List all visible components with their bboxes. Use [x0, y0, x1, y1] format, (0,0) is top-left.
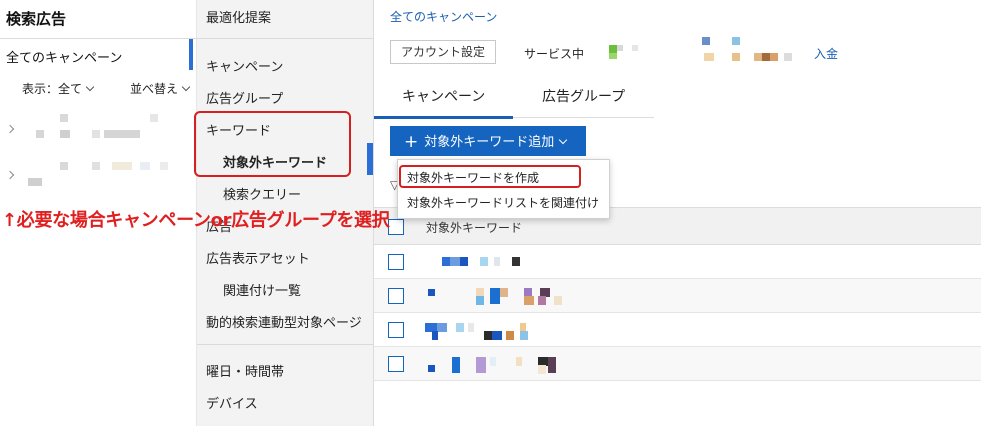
- nav-item-dynamic-search[interactable]: 動的検索連動型対象ページ: [206, 312, 362, 331]
- campaign-tree-item[interactable]: [0, 158, 197, 194]
- select-all-checkbox[interactable]: [388, 219, 404, 235]
- divider: [197, 344, 374, 345]
- highlight-box: [194, 111, 351, 177]
- nav-item-optimization[interactable]: 最適化提案: [206, 7, 271, 26]
- deposit-link[interactable]: 入金: [814, 45, 838, 62]
- annotation-text: ↑必要な場合キャンペーンor広告グループを選択: [2, 210, 390, 231]
- account-settings-button[interactable]: アカウント設定: [390, 40, 496, 64]
- display-filter[interactable]: 表示：全て: [22, 80, 95, 97]
- panel-title: 検索広告: [6, 10, 67, 28]
- add-negative-keyword-button[interactable]: + 対象外キーワード追加: [390, 126, 586, 156]
- chevron-down-icon: [85, 82, 95, 92]
- add-keyword-dropdown-menu: 対象外キーワードを作成 対象外キーワードリストを関連付け: [397, 159, 610, 219]
- table-row: [374, 279, 981, 313]
- divider: [197, 38, 374, 39]
- service-status: サービス中: [524, 47, 585, 61]
- row-checkbox[interactable]: [388, 356, 404, 372]
- sort-filter[interactable]: 並べ替え: [130, 80, 191, 97]
- display-filter-label: 表示：全て: [22, 82, 83, 96]
- nav-item-ad-assets[interactable]: 広告表示アセット: [206, 248, 310, 267]
- chevron-down-icon: [181, 82, 191, 92]
- nav-item-device[interactable]: デバイス: [206, 393, 258, 412]
- sort-filter-label: 並べ替え: [130, 82, 179, 96]
- nav-item-linked-list[interactable]: 関連付け一覧: [223, 280, 301, 299]
- table-row: [374, 245, 981, 279]
- nav-item-search-query[interactable]: 検索クエリー: [223, 184, 301, 203]
- row-checkbox[interactable]: [388, 288, 404, 304]
- table-row: [374, 313, 981, 347]
- all-campaigns-label: 全てのキャンペーン: [6, 51, 123, 66]
- nav-item-campaign[interactable]: キャンペーン: [206, 56, 283, 75]
- menu-item-link-negative-keyword-list[interactable]: 対象外キーワードリストを関連付け: [407, 194, 599, 211]
- column-header-keyword[interactable]: 対象外キーワード: [426, 219, 522, 236]
- menu-item-create-negative-keyword[interactable]: 対象外キーワードを作成: [407, 169, 539, 186]
- tab-campaign[interactable]: キャンペーン: [402, 86, 485, 106]
- all-campaigns-item[interactable]: 全てのキャンペーン: [0, 39, 193, 70]
- tab-ad-group[interactable]: 広告グループ: [542, 86, 625, 106]
- add-button-label: 対象外キーワード追加: [424, 135, 555, 150]
- filter-bar: 表示：全て 並べ替え: [0, 80, 197, 98]
- breadcrumb[interactable]: 全てのキャンペーン: [390, 8, 497, 25]
- plus-icon: +: [404, 132, 419, 152]
- active-indicator: [367, 143, 373, 175]
- tab-underline: [374, 116, 513, 119]
- chevron-down-icon: [559, 135, 568, 145]
- row-checkbox[interactable]: [388, 254, 404, 270]
- row-checkbox[interactable]: [388, 322, 404, 338]
- campaign-tree-item[interactable]: [0, 112, 197, 148]
- table-row: [374, 347, 981, 381]
- nav-item-ad-group[interactable]: 広告グループ: [206, 88, 283, 107]
- tab-bar: キャンペーン 広告グループ: [374, 78, 654, 119]
- nav-item-day-time[interactable]: 曜日・時間帯: [206, 361, 284, 380]
